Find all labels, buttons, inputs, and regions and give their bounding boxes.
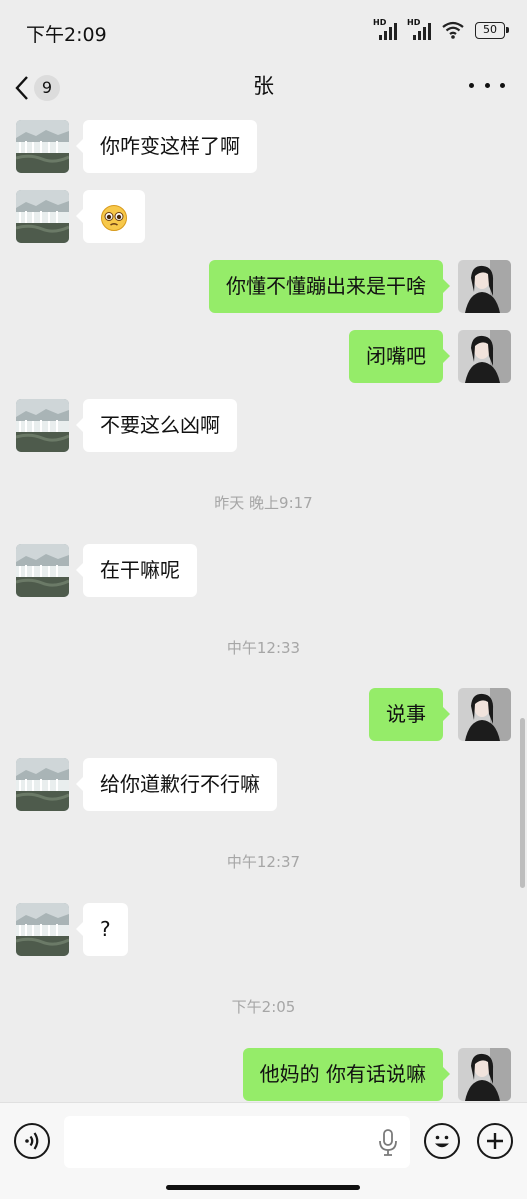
status-bar: 下午2:09 HD HD 50 — [0, 0, 527, 62]
chat-header: 9 张 — [0, 62, 527, 116]
time-divider: 中午12:37 — [226, 853, 301, 871]
home-indicator[interactable] — [166, 1185, 360, 1190]
time-divider: 中午12:33 — [226, 639, 301, 657]
voice-icon — [25, 1132, 39, 1150]
signal-icon: HD — [373, 18, 401, 40]
contact-avatar[interactable] — [16, 399, 69, 452]
incoming-message-bubble[interactable]: 不要这么凶啊 — [76, 399, 237, 452]
signal-icon: HD — [407, 18, 435, 40]
microphone-icon[interactable] — [377, 1129, 399, 1157]
my-avatar[interactable] — [458, 260, 511, 313]
status-time: 下午2:09 — [26, 24, 107, 46]
wifi-icon — [442, 21, 464, 39]
voice-button[interactable] — [14, 1123, 50, 1159]
message-list[interactable]: 你咋变这样了啊 你懂不懂蹦出来是干啥 闭嘴吧 不要这么凶啊 昨天 晚上9:17 … — [0, 116, 527, 1102]
contact-avatar[interactable] — [16, 903, 69, 956]
my-avatar[interactable] — [458, 330, 511, 383]
battery-icon: 50 — [475, 21, 509, 39]
contact-avatar[interactable] — [16, 120, 69, 173]
time-divider: 昨天 晚上9:17 — [214, 494, 313, 512]
contact-avatar[interactable] — [16, 544, 69, 597]
outgoing-message-bubble[interactable]: 他妈的 你有话说嘛 — [242, 1048, 451, 1101]
emoji-icon — [435, 1135, 449, 1148]
more-functions-button[interactable] — [477, 1123, 513, 1159]
status-icons: HD HD 50 — [373, 18, 509, 40]
outgoing-message-bubble[interactable]: 你懂不懂蹦出来是干啥 — [209, 260, 450, 313]
more-dots-icon — [469, 82, 474, 88]
incoming-message-bubble[interactable]: 你咋变这样了啊 — [76, 120, 257, 173]
more-options-button[interactable] — [469, 70, 505, 100]
contact-avatar[interactable] — [16, 758, 69, 811]
incoming-message-bubble[interactable]: 给你道歉行不行嘛 — [76, 758, 277, 811]
incoming-message-bubble[interactable]: ? — [76, 903, 128, 956]
emoji-button[interactable] — [424, 1123, 460, 1159]
contact-avatar[interactable] — [16, 190, 69, 243]
pleading-face-emoji-icon — [101, 204, 127, 231]
my-avatar[interactable] — [458, 1048, 511, 1101]
scrollbar[interactable] — [520, 718, 525, 888]
chat-title: 张 — [253, 74, 274, 98]
incoming-message-bubble[interactable]: 在干嘛呢 — [76, 544, 197, 597]
outgoing-message-bubble[interactable]: 说事 — [369, 688, 450, 741]
outgoing-message-bubble[interactable]: 闭嘴吧 — [349, 330, 450, 383]
my-avatar[interactable] — [458, 688, 511, 741]
plus-icon — [487, 1133, 503, 1149]
message-input[interactable] — [64, 1116, 410, 1168]
time-divider: 下午2:05 — [231, 998, 296, 1016]
incoming-message-bubble[interactable] — [76, 190, 145, 243]
